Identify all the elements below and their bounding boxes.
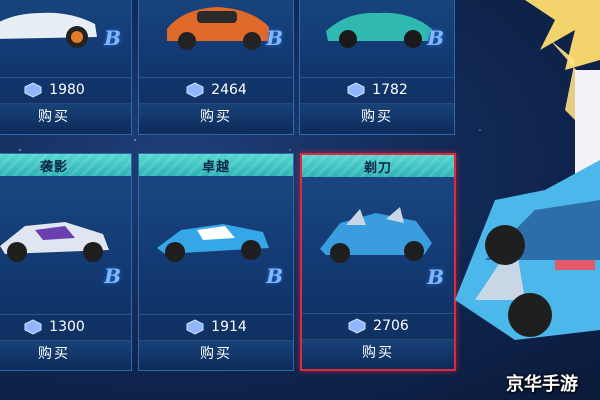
grade-b-icon: B xyxy=(427,265,444,289)
price: 1980 xyxy=(49,81,85,98)
price-row: 1914 xyxy=(139,314,293,338)
gem-coupon-icon xyxy=(24,318,42,335)
car-image-zhuoyue xyxy=(157,224,269,262)
price: 1300 xyxy=(49,318,85,335)
card-header: 袭影 xyxy=(0,154,131,176)
grade-b-icon: B xyxy=(266,26,283,50)
car-card-xiying[interactable]: 袭影 B 1300 购买 xyxy=(0,153,132,371)
card-header: 剃刀 xyxy=(302,155,454,177)
price: 2706 xyxy=(373,317,409,334)
buy-button[interactable]: 购买 xyxy=(300,103,454,127)
price-row: 1980 xyxy=(0,77,131,101)
gem-coupon-icon xyxy=(24,81,42,98)
car-image-3 xyxy=(326,12,432,48)
grade-b-icon: B xyxy=(104,26,121,50)
buy-button[interactable]: 购买 xyxy=(0,340,131,364)
buy-button[interactable]: 购买 xyxy=(139,340,293,364)
car-image-1 xyxy=(0,12,97,48)
grade-b-icon: B xyxy=(427,26,444,50)
price-row: 2706 xyxy=(302,313,454,337)
buy-button[interactable]: 购买 xyxy=(0,103,131,127)
car-card-2[interactable]: B 2464 购买 xyxy=(138,0,294,135)
price-row: 1300 xyxy=(0,314,131,338)
car-card-zhuoyue[interactable]: 卓越 B 1914 购买 xyxy=(138,153,294,371)
watermark: 京华手游 xyxy=(506,374,578,395)
car-image-2 xyxy=(167,7,269,50)
car-name: 剃刀 xyxy=(363,160,392,176)
buy-button[interactable]: 购买 xyxy=(302,339,454,363)
card-header: 卓越 xyxy=(139,154,293,176)
price: 1914 xyxy=(211,318,247,335)
car-name: 袭影 xyxy=(39,159,68,175)
price: 1782 xyxy=(372,81,408,98)
buy-button[interactable]: 购买 xyxy=(139,103,293,127)
car-card-tidao[interactable]: 剃刀 B 2706 购买 xyxy=(300,153,456,371)
gem-coupon-icon xyxy=(186,81,204,98)
price-row: 1782 xyxy=(300,77,454,101)
car-image-xiying xyxy=(0,222,109,262)
grade-b-icon: B xyxy=(104,264,121,288)
car-image-tidao xyxy=(320,207,432,263)
car-card-3[interactable]: B 1782 购买 xyxy=(299,0,455,135)
car-name: 卓越 xyxy=(201,159,230,175)
character-showcase xyxy=(455,0,600,340)
price-row: 2464 xyxy=(139,77,293,101)
gem-coupon-icon xyxy=(348,317,366,334)
car-card-1[interactable]: B 1980 购买 xyxy=(0,0,132,135)
price: 2464 xyxy=(211,81,247,98)
gem-coupon-icon xyxy=(186,318,204,335)
gem-coupon-icon xyxy=(347,81,365,98)
grade-b-icon: B xyxy=(266,264,283,288)
